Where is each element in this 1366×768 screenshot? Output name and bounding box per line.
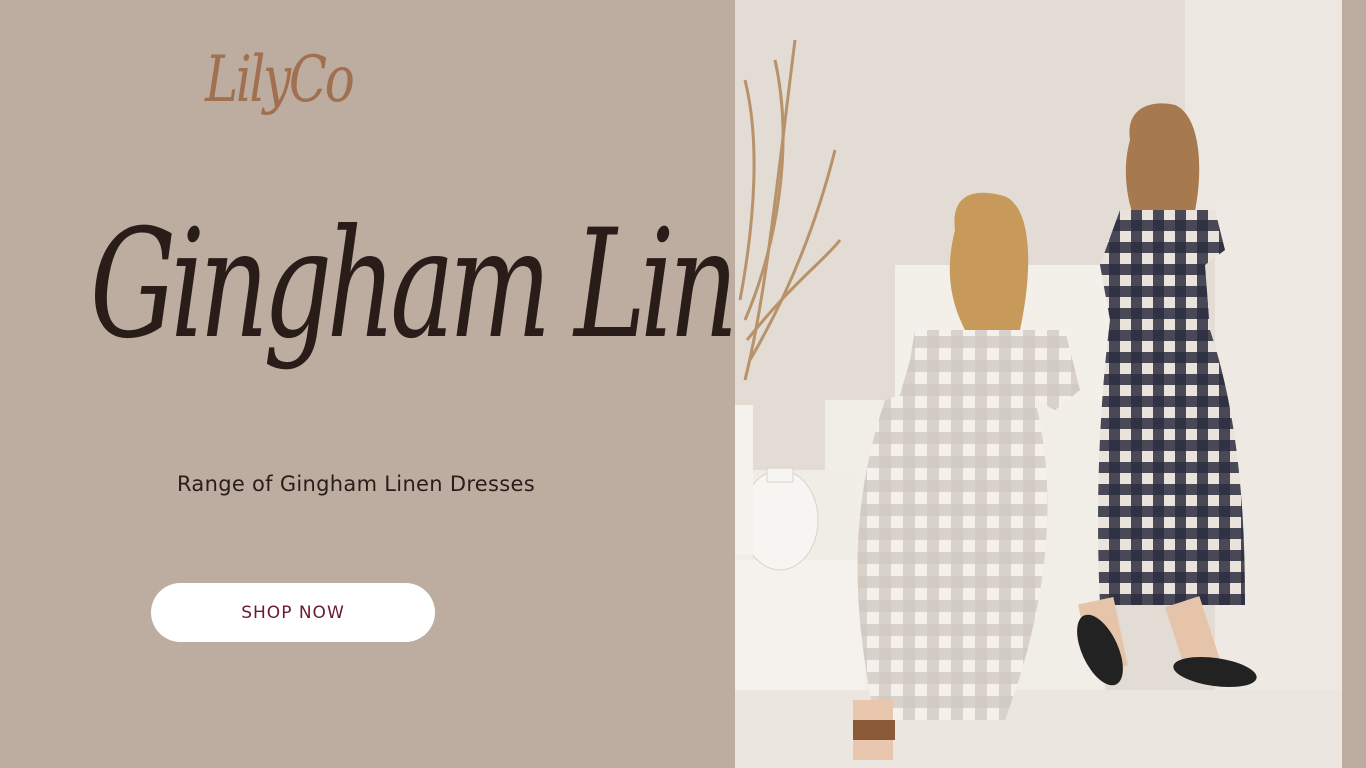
brand-logo[interactable]: LilyCo <box>205 48 355 112</box>
shop-now-button[interactable]: SHOP NOW <box>151 583 435 642</box>
hero-photo <box>735 0 1342 768</box>
hero-subtitle: Range of Gingham Linen Dresses <box>177 472 535 496</box>
hero-text-panel: LilyCo Gingham Linen Range of Gingham Li… <box>0 0 860 768</box>
hero-photo-illustration <box>735 0 1342 768</box>
right-edge-strip <box>1342 0 1366 768</box>
hero-banner: LilyCo Gingham Linen Range of Gingham Li… <box>0 0 1366 768</box>
